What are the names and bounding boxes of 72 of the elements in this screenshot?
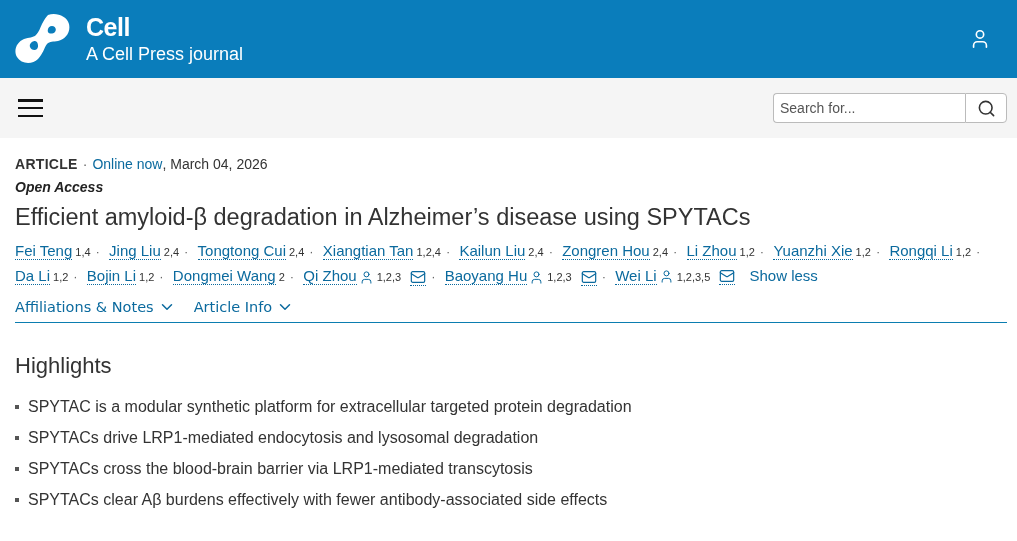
mail-icon[interactable] — [719, 267, 736, 284]
affiliation-marks: 1,4 — [75, 246, 91, 258]
affiliation-marks: 2,4 — [528, 246, 544, 258]
author-link[interactable]: Tongtong Cui — [197, 242, 286, 260]
highlight-text: SPYTACs clear Aβ burdens effectively with fewer antibody-associated side effects — [28, 491, 608, 509]
separator: · — [445, 243, 451, 261]
author-link[interactable]: Zongren Hou — [562, 242, 650, 260]
author-link[interactable]: Bojin Li — [86, 267, 137, 285]
affiliation-marks: 1,2,3 — [547, 271, 572, 283]
journal-name: Cell — [86, 13, 131, 42]
separator: · — [159, 268, 164, 286]
author-link[interactable]: Rongqi Li — [889, 242, 953, 260]
author-link[interactable]: Fei Teng — [15, 242, 73, 260]
highlight-text: SPYTACs drive LRP1-mediated endocytosis and lysosomal degradation — [28, 429, 539, 447]
affiliation-marks: 2 — [278, 271, 285, 283]
show-less-link[interactable]: Show less — [749, 267, 818, 284]
separator: · — [976, 243, 981, 261]
affiliation-marks: 1,2 — [955, 246, 972, 258]
publication-date: , March 04, 2026 — [162, 156, 268, 172]
search-button[interactable] — [965, 93, 1007, 123]
journal-subtitle: A Cell Press journal — [86, 44, 244, 65]
article-type: ARTICLE — [15, 156, 78, 172]
bullet-icon — [15, 498, 19, 502]
separator: · — [875, 243, 881, 261]
mail-icon[interactable] — [580, 268, 597, 285]
menu-button[interactable] — [18, 99, 43, 117]
article-title: Efficient amyloid-β degradation in Alzheimer’s disease using SPYTACs — [15, 204, 752, 231]
affiliation-marks: 2,4 — [163, 246, 180, 258]
author-link[interactable]: Jing Liu — [109, 242, 161, 260]
author-link[interactable]: Da Li — [15, 267, 51, 285]
author-link[interactable]: Kailun Liu — [459, 242, 526, 260]
affiliation-marks: 1,2 — [855, 246, 871, 258]
author-link[interactable]: Li Zhou — [686, 242, 737, 260]
bullet-icon — [15, 467, 19, 471]
author-link[interactable]: Dongmei Wang — [172, 267, 276, 285]
separator: · — [431, 268, 436, 286]
mail-icon[interactable] — [410, 268, 427, 285]
author-link[interactable]: Wei Li — [615, 267, 657, 285]
logo-icon — [14, 13, 70, 65]
author-link[interactable]: Baoyang Hu — [444, 267, 528, 285]
affiliation-marks: 1,2 — [139, 271, 155, 283]
highlight-text: SPYTACs cross the blood-brain barrier via LRP1-mediated transcytosis — [28, 460, 533, 478]
separator: · — [548, 243, 553, 261]
affiliation-marks: 1,2 — [53, 271, 69, 283]
highlight-text: SPYTAC is a modular synthetic platform for extracellular targeted protein degradation — [28, 398, 632, 416]
author-link[interactable]: Yuanzhi Xie — [773, 242, 853, 260]
toggle-button[interactable]: Article Info — [193, 298, 295, 316]
search-field[interactable]: Search for... — [773, 93, 965, 123]
author-link[interactable]: Qi Zhou — [303, 267, 357, 285]
bullet-icon — [15, 405, 19, 409]
separator: · — [309, 243, 314, 261]
online-link[interactable]: Online now — [92, 156, 163, 172]
separator: · — [673, 243, 678, 261]
search-icon — [976, 98, 996, 118]
affiliation-marks: 1,2 — [739, 246, 755, 258]
affiliation-marks: 1,2,3 — [376, 271, 402, 283]
affiliation-marks: 2,4 — [289, 246, 305, 258]
affiliation-marks: 1,2,4 — [416, 246, 441, 258]
separator: · — [95, 243, 100, 261]
separator: · — [601, 268, 607, 286]
affiliation-marks: 2,4 — [652, 246, 668, 258]
separator: · — [184, 243, 189, 261]
author-link[interactable]: Xiangtian Tan — [322, 242, 414, 260]
affiliation-marks: 1,2,3,5 — [676, 271, 711, 283]
open-access-label: Open Access — [15, 179, 105, 195]
bullet-icon — [15, 436, 19, 440]
separator: · — [73, 268, 78, 286]
separator: · — [759, 243, 765, 261]
separator: · — [82, 156, 88, 172]
section-heading: Highlights — [15, 353, 113, 379]
toggle-button[interactable]: Affiliations & Notes — [15, 298, 176, 316]
separator: · — [289, 268, 295, 286]
